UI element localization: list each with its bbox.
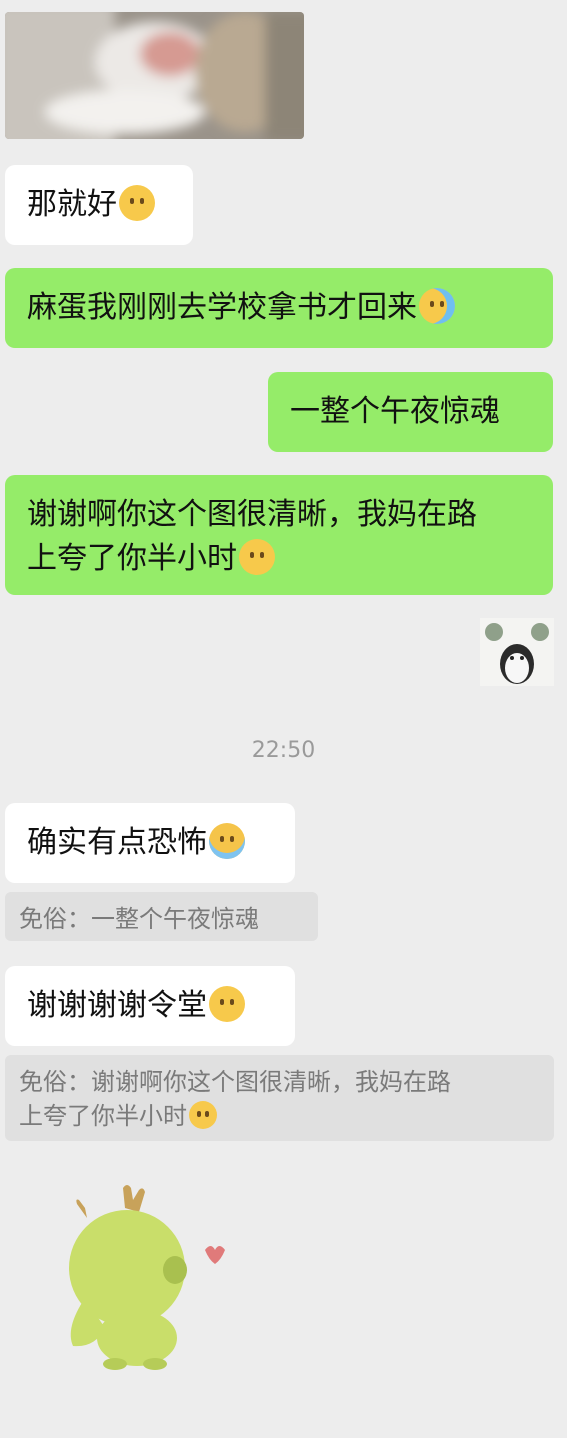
- message-bubble-sent[interactable]: 谢谢啊你这个图很清晰，我妈在路 上夸了你半小时: [5, 475, 553, 595]
- message-text-line: 上夸了你半小时: [27, 541, 237, 576]
- pleading-face-emoji-icon: [189, 1101, 217, 1129]
- message-text-line: 谢谢啊你这个图很清晰，我妈在路: [27, 497, 477, 532]
- message-bubble-received[interactable]: 确实有点恐怖: [5, 803, 295, 883]
- penguin-sticker-graphic: [480, 618, 554, 686]
- quote-prefix: 免俗：: [19, 905, 91, 933]
- message-text: 确实有点恐怖: [27, 825, 207, 860]
- loudly-crying-emoji-icon: [209, 823, 245, 859]
- quoted-message[interactable]: 免俗：一整个午夜惊魂: [5, 892, 318, 941]
- pouting-face-emoji-icon: [209, 986, 245, 1022]
- quote-text: 一整个午夜惊魂: [91, 905, 259, 933]
- quote-prefix: 免俗：: [19, 1068, 91, 1096]
- message-bubble-received[interactable]: 那就好: [5, 165, 193, 245]
- pouting-face-emoji-icon: [119, 185, 155, 221]
- cat-photo-image[interactable]: [5, 12, 304, 139]
- message-text: 那就好: [27, 187, 117, 222]
- cat-photo-graphic: [5, 12, 304, 139]
- message-bubble-received[interactable]: 谢谢谢谢令堂: [5, 966, 295, 1046]
- dragon-sticker[interactable]: [55, 1178, 235, 1378]
- penguin-sticker[interactable]: [480, 618, 554, 686]
- dragon-sticker-graphic: [69, 1185, 225, 1370]
- message-bubble-sent[interactable]: 一整个午夜惊魂: [268, 372, 553, 452]
- pleading-face-emoji-icon: [239, 539, 275, 575]
- message-text: 一整个午夜惊魂: [290, 394, 500, 429]
- quote-text-line: 谢谢啊你这个图很清晰，我妈在路: [91, 1068, 451, 1096]
- message-bubble-sent[interactable]: 麻蛋我刚刚去学校拿书才回来: [5, 268, 553, 348]
- quote-text-line: 上夸了你半小时: [19, 1102, 187, 1130]
- message-text: 麻蛋我刚刚去学校拿书才回来: [27, 290, 417, 325]
- timestamp: 22:50: [251, 738, 316, 763]
- tears-of-joy-emoji-icon: [419, 288, 455, 324]
- message-text: 谢谢谢谢令堂: [27, 988, 207, 1023]
- quoted-message[interactable]: 免俗：谢谢啊你这个图很清晰，我妈在路 上夸了你半小时: [5, 1055, 554, 1141]
